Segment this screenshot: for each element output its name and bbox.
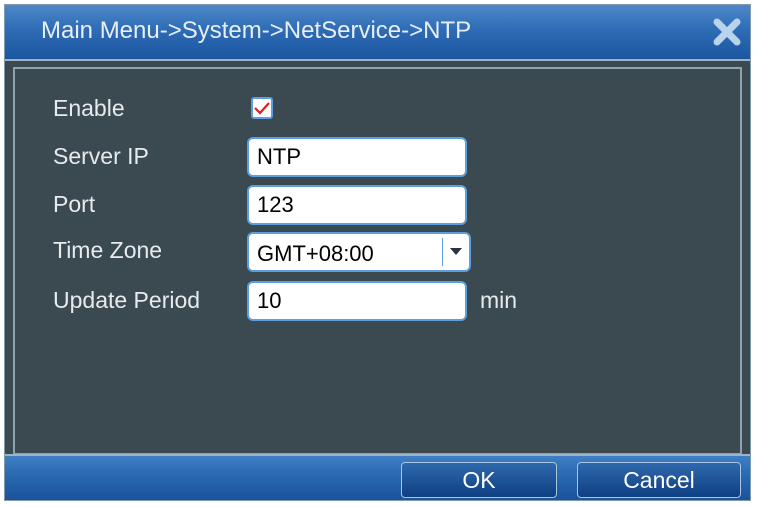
ntp-dialog: Main Menu->System->NetService->NTP Enabl… xyxy=(4,4,751,501)
time-zone-label: Time Zone xyxy=(53,237,163,263)
time-zone-value: GMT+08:00 xyxy=(257,241,374,266)
port-input[interactable] xyxy=(247,185,467,225)
update-period-unit: min xyxy=(480,287,518,313)
time-zone-select[interactable]: GMT+08:00 xyxy=(247,232,471,272)
settings-panel: Enable Server IP Port Time Zone GMT+08:0… xyxy=(13,67,742,455)
update-period-label: Update Period xyxy=(53,287,201,313)
close-button[interactable] xyxy=(710,15,744,49)
chevron-down-icon xyxy=(450,248,462,255)
title-bar: Main Menu->System->NetService->NTP xyxy=(5,5,750,61)
close-icon xyxy=(713,18,741,46)
cancel-button[interactable]: Cancel xyxy=(577,462,741,498)
server-ip-input[interactable] xyxy=(247,137,467,177)
window-title: Main Menu->System->NetService->NTP xyxy=(41,17,472,44)
enable-label: Enable xyxy=(53,95,125,121)
update-period-input[interactable] xyxy=(247,281,467,321)
enable-checkbox[interactable] xyxy=(251,97,273,119)
checkmark-icon xyxy=(254,102,270,115)
ok-button[interactable]: OK xyxy=(401,462,557,498)
select-divider xyxy=(442,238,443,266)
button-bar: OK Cancel xyxy=(5,454,750,500)
server-ip-label: Server IP xyxy=(53,143,149,169)
port-label: Port xyxy=(53,191,96,217)
